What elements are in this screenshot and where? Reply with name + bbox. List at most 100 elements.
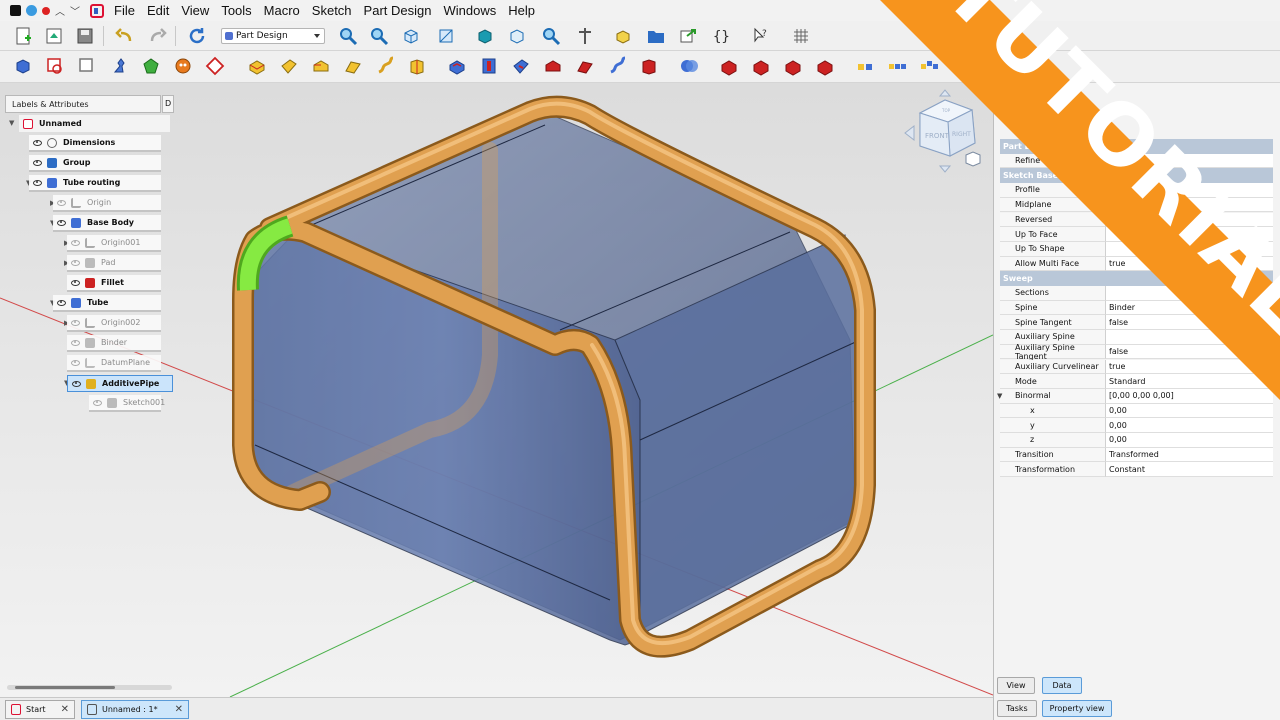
property-value[interactable]: true <box>1106 256 1273 272</box>
property-row[interactable]: Up To Shape <box>1000 241 1273 257</box>
part-icon[interactable] <box>612 25 634 47</box>
property-row[interactable]: Reversed <box>1000 212 1273 228</box>
tree-header[interactable]: Labels & Attributes <box>5 95 161 113</box>
navigation-cube[interactable]: FRONT RIGHT TOP <box>900 88 990 178</box>
chevron-down-icon[interactable]: ﹀ <box>70 3 80 18</box>
menu-help[interactable]: Help <box>502 3 541 18</box>
visibility-eye-icon[interactable] <box>71 339 80 346</box>
property-value[interactable] <box>1106 183 1273 198</box>
menu-edit[interactable]: Edit <box>141 3 175 18</box>
property-group-sketch-based[interactable]: Sketch Based <box>1000 168 1273 184</box>
visibility-eye-icon[interactable] <box>71 259 80 266</box>
tree-item-origin002[interactable]: ▶Origin002 <box>5 315 161 333</box>
open-document-button[interactable] <box>43 25 65 47</box>
app-menu-icon[interactable] <box>10 5 21 16</box>
undo-button[interactable] <box>114 25 136 47</box>
close-icon[interactable]: ✕ <box>175 704 183 715</box>
property-row-refine[interactable]: Refine <box>1000 153 1273 169</box>
linear-pattern-icon[interactable] <box>886 55 908 77</box>
save-document-button[interactable] <box>74 25 96 47</box>
tree-item-tube-routing[interactable]: ▼Tube routing <box>5 175 161 193</box>
property-row[interactable]: Spine Tangent false <box>1000 315 1273 331</box>
visibility-eye-icon[interactable] <box>71 239 80 246</box>
property-value[interactable]: Constant <box>1106 462 1273 478</box>
visibility-eye-icon[interactable] <box>71 359 80 366</box>
record-icon[interactable] <box>42 6 50 15</box>
tab-property-view[interactable]: Property view <box>1042 700 1112 717</box>
property-value[interactable] <box>1106 286 1273 301</box>
tree-item-dimensions[interactable]: Dimensions <box>5 135 161 153</box>
property-value[interactable] <box>1106 227 1273 242</box>
visibility-eye-icon[interactable] <box>33 179 42 186</box>
menu-part-design[interactable]: Part Design <box>358 3 438 18</box>
tree-item-additivepipe[interactable]: ▼AdditivePipe <box>5 375 173 393</box>
chamfer-icon[interactable] <box>750 55 772 77</box>
fit-all-icon[interactable] <box>337 25 359 47</box>
clone-icon[interactable] <box>172 55 194 77</box>
menu-tools[interactable]: Tools <box>215 3 257 18</box>
subshape-binder-icon[interactable] <box>140 55 162 77</box>
hole-icon[interactable] <box>478 55 500 77</box>
subtractive-primitive-icon[interactable] <box>638 55 660 77</box>
property-row[interactable]: Allow Multi Face true <box>1000 256 1273 272</box>
macro-braces-icon[interactable]: {} <box>710 25 732 47</box>
menu-windows[interactable]: Windows <box>437 3 502 18</box>
property-row[interactable]: ▼ Binormal [0,00 0,00 0,00] <box>997 388 1273 404</box>
axonometric-icon[interactable] <box>506 25 528 47</box>
additive-pipe-icon[interactable] <box>342 55 364 77</box>
subtractive-helix-icon[interactable] <box>606 55 628 77</box>
tree-item-group[interactable]: Group <box>5 155 161 173</box>
property-row[interactable]: Auxiliary Curvelinear true <box>1000 359 1273 375</box>
tree-item-origin001[interactable]: ▶Origin001 <box>5 235 161 253</box>
create-body-icon[interactable] <box>12 55 34 77</box>
mirrored-icon[interactable] <box>854 55 876 77</box>
property-value[interactable] <box>1106 241 1273 257</box>
tab-tasks[interactable]: Tasks <box>997 700 1037 717</box>
additive-helix-icon[interactable] <box>374 55 396 77</box>
navcube-right-label[interactable]: RIGHT <box>952 131 971 138</box>
visibility-eye-icon[interactable] <box>57 219 66 226</box>
settings-icon[interactable] <box>26 5 37 16</box>
visibility-eye-icon[interactable] <box>33 159 42 166</box>
navcube-top-label[interactable]: TOP <box>941 108 951 113</box>
section-icon[interactable] <box>574 25 596 47</box>
visibility-eye-icon[interactable] <box>71 279 80 286</box>
chevron-up-icon[interactable]: ︿ <box>55 3 65 18</box>
validate-sketch-icon[interactable] <box>76 55 98 77</box>
property-row[interactable]: x 0,00 <box>1000 403 1273 419</box>
visibility-eye-icon[interactable] <box>57 199 66 206</box>
tree-horizontal-scrollbar[interactable] <box>7 685 172 690</box>
property-row[interactable]: Auxiliary Spine Tangent false <box>1000 343 1273 361</box>
tree-item-binder[interactable]: Binder <box>5 335 161 353</box>
whats-this-icon[interactable]: ? <box>750 25 772 47</box>
tree-header-description[interactable]: D <box>162 95 174 113</box>
menu-sketch[interactable]: Sketch <box>306 3 358 18</box>
subtractive-pipe-icon[interactable] <box>574 55 596 77</box>
additive-loft-icon[interactable] <box>310 55 332 77</box>
datum-plane-icon[interactable] <box>204 55 226 77</box>
close-icon[interactable]: ✕ <box>61 704 69 715</box>
property-value[interactable] <box>1106 153 1273 169</box>
visibility-eye-icon[interactable] <box>93 399 102 406</box>
navcube-front-label[interactable]: FRONT <box>925 132 950 140</box>
tree-item-datumplane[interactable]: DatumPlane <box>5 355 161 373</box>
additive-primitive-icon[interactable] <box>406 55 428 77</box>
create-sketch-icon[interactable] <box>44 55 66 77</box>
property-value[interactable]: false <box>1106 315 1273 331</box>
tree-item-sketch001[interactable]: Sketch001 <box>5 395 165 413</box>
visibility-eye-icon[interactable] <box>57 299 66 306</box>
groove-icon[interactable] <box>510 55 532 77</box>
property-row[interactable]: Transition Transformed <box>1000 447 1273 463</box>
redo-button[interactable] <box>146 25 168 47</box>
polar-pattern-icon[interactable] <box>918 55 940 77</box>
menu-view[interactable]: View <box>175 3 215 18</box>
tree-item-base-body[interactable]: ▼Base Body <box>5 215 161 233</box>
property-value[interactable]: true <box>1106 359 1273 375</box>
thickness-icon[interactable] <box>814 55 836 77</box>
tab-view[interactable]: View <box>997 677 1035 694</box>
expander-open-icon[interactable]: ▼ <box>9 119 14 127</box>
draw-style-icon[interactable] <box>400 25 422 47</box>
pocket-icon[interactable] <box>446 55 468 77</box>
visibility-eye-icon[interactable] <box>72 380 81 387</box>
subtractive-loft-icon[interactable] <box>542 55 564 77</box>
